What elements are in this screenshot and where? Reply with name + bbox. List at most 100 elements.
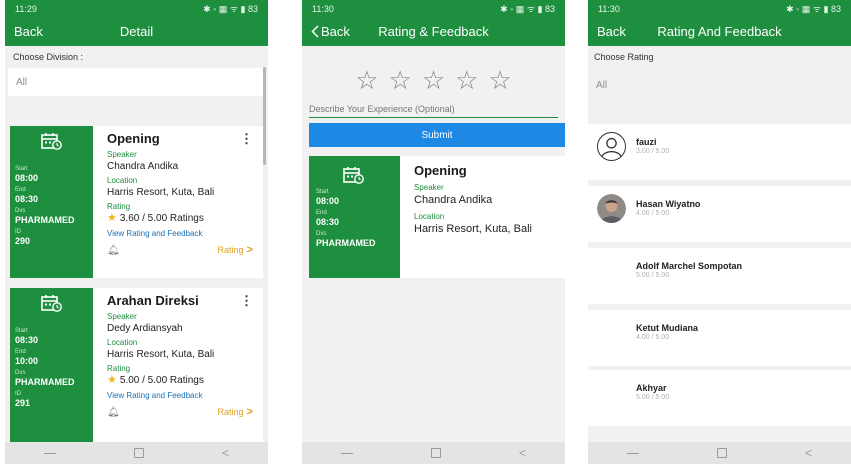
rating-filter-select[interactable]: All: [588, 62, 851, 91]
review-item[interactable]: Akhyar 5.00 / 5.00: [588, 370, 851, 426]
feedback-input[interactable]: [309, 102, 558, 118]
nav-back-icon[interactable]: <: [222, 447, 229, 459]
review-item[interactable]: Ketut Mudiana 4.00 / 5.00: [588, 310, 851, 366]
review-item[interactable]: fauzi 3.00 / 5.00: [588, 124, 851, 180]
calendar-clock-icon: [41, 133, 62, 150]
rating-summary: ★ 5.00 / 5.00 Ratings: [107, 374, 253, 387]
event-card: Start 08:00 End 08:30 Dvs PHARMAMED Open…: [309, 156, 565, 278]
start-time: 08:00: [15, 173, 39, 183]
reviewer-score: 3.00 / 5.00: [636, 148, 670, 155]
recents-icon[interactable]: [43, 452, 56, 454]
rating-button-label: Rating: [217, 407, 244, 417]
speaker-label: Speaker: [414, 183, 444, 192]
division-meta-label: Dvs: [15, 208, 26, 214]
speaker-name: Dedy Ardiansyah: [107, 323, 183, 334]
event-card[interactable]: Start 08:30 End 10:00 Dvs PHARMAMED ID 2…: [10, 288, 263, 442]
rating-button[interactable]: Rating >: [218, 244, 253, 256]
card-footer: 🔔︎ Rating >: [107, 405, 253, 419]
event-meta: Start 08:00 End 08:30 Dvs PHARMAMED ID 2…: [15, 166, 75, 250]
review-item[interactable]: Hasan Wiyatno 4.00 / 5.00: [588, 186, 851, 242]
division-select[interactable]: All: [8, 68, 265, 96]
reviewer-name: Ketut Mudiana: [636, 323, 698, 333]
home-icon[interactable]: [133, 448, 144, 458]
rating-label: Rating: [107, 364, 131, 373]
event-card-body: Arahan Direksi ⋮ Speaker Dedy Ardiansyah…: [93, 288, 263, 442]
reviewer-name: Akhyar: [636, 383, 667, 393]
submit-button[interactable]: Submit: [309, 123, 565, 147]
status-icons: ✱ ◦ ▦ ᯤ ▮ 83: [203, 4, 258, 14]
back-button[interactable]: Back: [14, 24, 43, 39]
event-meta: Start 08:00 End 08:30 Dvs PHARMAMED: [316, 189, 376, 252]
status-time: 11:30: [312, 3, 334, 14]
app-bar: Back Rating And Feedback: [588, 17, 851, 46]
scrollbar[interactable]: [263, 67, 266, 165]
event-card-side: Start 08:00 End 08:30 Dvs PHARMAMED: [309, 156, 400, 278]
event-card-side: Start 08:30 End 10:00 Dvs PHARMAMED ID 2…: [10, 288, 93, 442]
bell-icon[interactable]: 🔔︎: [107, 407, 120, 418]
home-icon[interactable]: [430, 448, 441, 458]
status-icons: ✱ ◦ ▦ ᯤ ▮ 83: [500, 4, 555, 14]
recents-icon[interactable]: [340, 452, 353, 454]
division-meta-label: Dvs: [316, 231, 327, 237]
event-title: Opening: [414, 163, 467, 178]
chevron-right-icon: >: [246, 406, 253, 418]
event-title: Arahan Direksi: [107, 293, 199, 308]
system-nav-bar: <: [5, 442, 268, 464]
division-meta-label: Dvs: [15, 370, 26, 376]
status-bar: 11:29 ✱ ◦ ▦ ᯤ ▮ 83: [5, 0, 268, 17]
rating-value: 5.00 / 5.00 Ratings: [119, 375, 204, 386]
view-rating-link[interactable]: View Rating and Feedback: [107, 228, 253, 239]
back-button[interactable]: Back: [597, 24, 626, 39]
speaker-label: Speaker: [107, 150, 137, 159]
rating-button[interactable]: Rating >: [218, 406, 253, 418]
start-time: 08:30: [15, 335, 39, 345]
more-vert-icon[interactable]: ⋮: [240, 293, 253, 309]
back-button[interactable]: Back: [311, 24, 350, 39]
page-title: Rating And Feedback: [657, 24, 782, 39]
app-bar: Back Detail: [5, 17, 268, 46]
event-meta: Start 08:30 End 10:00 Dvs PHARMAMED ID 2…: [15, 328, 75, 412]
star-outline-icon[interactable]: ☆: [389, 67, 412, 93]
page-title: Detail: [119, 24, 154, 39]
star-rating-input: ☆ ☆ ☆ ☆ ☆: [302, 67, 565, 93]
review-item[interactable]: Adolf Marchel Sompotan 5.00 / 5.00: [588, 248, 851, 304]
status-bar: 11:30 ✱ ◦ ▦ ᯤ ▮ 83: [588, 0, 851, 17]
view-rating-link[interactable]: View Rating and Feedback: [107, 390, 253, 401]
home-icon[interactable]: [716, 448, 727, 458]
feedback-list-screen: 11:30 ✱ ◦ ▦ ᯤ ▮ 83 Back Rating And Feedb…: [588, 0, 851, 464]
start-label: Start: [15, 328, 28, 334]
bell-icon[interactable]: 🔔︎: [107, 245, 120, 256]
rating-value: 3.60 / 5.00 Ratings: [119, 213, 204, 224]
star-outline-icon[interactable]: ☆: [455, 67, 478, 93]
id-value: 291: [15, 398, 31, 408]
reviewer-name: fauzi: [636, 137, 657, 147]
division-meta-value: PHARMAMED: [316, 238, 376, 248]
star-outline-icon[interactable]: ☆: [422, 67, 445, 93]
location-value: Harris Resort, Kuta, Bali: [107, 349, 215, 360]
id-value: 290: [15, 236, 31, 246]
end-label: End: [15, 187, 26, 193]
star-outline-icon[interactable]: ☆: [355, 67, 378, 93]
speaker-name: Chandra Andika: [107, 161, 179, 172]
start-label: Start: [316, 189, 329, 195]
id-label: ID: [15, 391, 21, 397]
event-card[interactable]: Start 08:00 End 08:30 Dvs PHARMAMED ID 2…: [10, 126, 263, 278]
rating-button-label: Rating: [217, 245, 244, 255]
chevron-left-icon: [311, 25, 319, 38]
nav-back-icon[interactable]: <: [805, 447, 812, 459]
event-title: Opening: [107, 131, 160, 146]
status-bar: 11:30 ✱ ◦ ▦ ᯤ ▮ 83: [302, 0, 565, 17]
speaker-name: Chandra Andika: [414, 194, 493, 206]
more-vert-icon[interactable]: ⋮: [240, 131, 253, 147]
nav-back-icon[interactable]: <: [519, 447, 526, 459]
chevron-right-icon: >: [246, 244, 253, 256]
user-placeholder-icon: [597, 132, 626, 161]
star-outline-icon[interactable]: ☆: [488, 67, 511, 93]
recents-icon[interactable]: [626, 452, 639, 454]
end-time: 08:30: [316, 217, 340, 227]
choose-rating-label: Choose Rating: [594, 52, 654, 62]
reviewer-score: 5.00 / 5.00: [636, 394, 670, 401]
back-label: Back: [321, 24, 350, 39]
location-label: Location: [107, 338, 138, 347]
event-card-body: Opening ⋮ Speaker Chandra Andika Locatio…: [93, 126, 263, 278]
